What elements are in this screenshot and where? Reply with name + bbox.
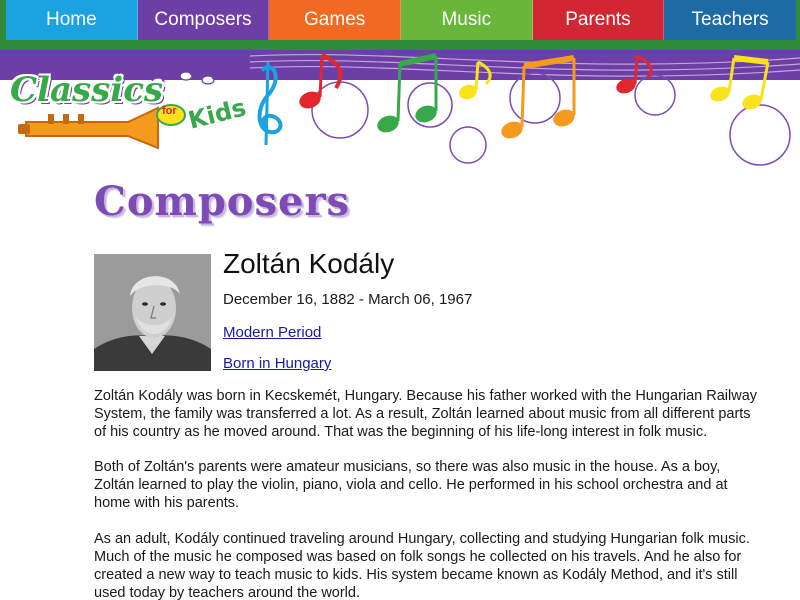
nav-games[interactable]: Games <box>269 0 401 40</box>
page-title: Composers <box>94 178 351 225</box>
header-banner: Classics for Kids <box>0 50 800 170</box>
nav-composers[interactable]: Composers <box>137 0 270 40</box>
nav-music[interactable]: Music <box>400 0 533 40</box>
bio-paragraph-2: Both of Zoltán's parents were amateur mu… <box>94 459 728 511</box>
birthplace-link[interactable]: Born in Hungary <box>223 355 331 372</box>
bio-paragraph-1: Zoltán Kodály was born in Kecskemét, Hun… <box>94 388 758 440</box>
nav-home[interactable]: Home <box>6 0 138 40</box>
treble-clef-icon <box>257 61 283 146</box>
logo-classics-text: Classics <box>10 70 164 110</box>
yellow-note-icon <box>459 60 492 100</box>
trumpet-icon <box>18 106 159 150</box>
period-link[interactable]: Modern Period <box>223 324 321 341</box>
main-menu: Home Composers Games Music Parents Teach… <box>6 0 796 40</box>
top-navigation-bar: Home Composers Games Music Parents Teach… <box>0 0 800 50</box>
portrait-image <box>94 254 211 371</box>
logo-for-text: for <box>162 105 177 117</box>
composer-dates: December 16, 1882 - March 06, 1967 <box>223 291 473 308</box>
classics-for-kids-logo[interactable]: Classics for Kids <box>8 60 253 150</box>
bio-paragraph-3: As an adult, Kodály continued traveling … <box>94 531 750 600</box>
composer-portrait <box>94 254 211 371</box>
nav-parents[interactable]: Parents <box>532 0 665 40</box>
composer-name: Zoltán Kodály <box>223 248 395 279</box>
nav-teachers[interactable]: Teachers <box>664 0 796 40</box>
